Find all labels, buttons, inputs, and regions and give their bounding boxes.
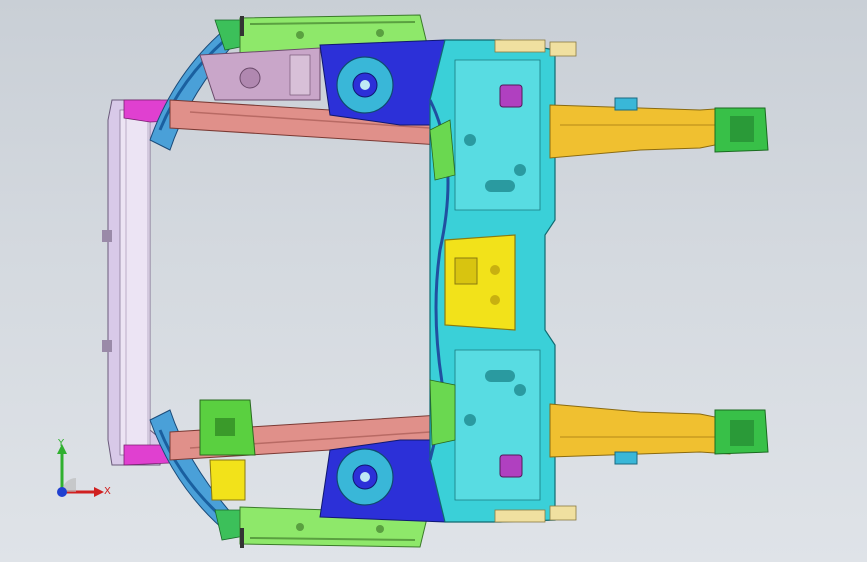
triad-axes (57, 444, 104, 497)
lower-green-accent (429, 379, 456, 446)
lower-mount-stud (240, 528, 244, 548)
x-axis-arrowhead (94, 487, 104, 497)
vehicle-subframe-model[interactable] (0, 0, 867, 562)
lower-rear-extension[interactable] (549, 403, 769, 465)
orientation-triad[interactable]: Y X (44, 438, 114, 510)
y-axis-label: Y (58, 438, 65, 449)
upper-mount-stud (240, 16, 244, 36)
graphics-viewport[interactable]: Y X (0, 0, 867, 562)
center-yellow-insert[interactable] (444, 234, 516, 331)
upper-inner-panel[interactable] (199, 47, 321, 101)
upper-rear-extension[interactable] (549, 97, 769, 159)
x-axis-label: X (104, 486, 111, 497)
front-bumper-beam[interactable] (102, 99, 193, 466)
z-axis-dot (57, 487, 67, 497)
